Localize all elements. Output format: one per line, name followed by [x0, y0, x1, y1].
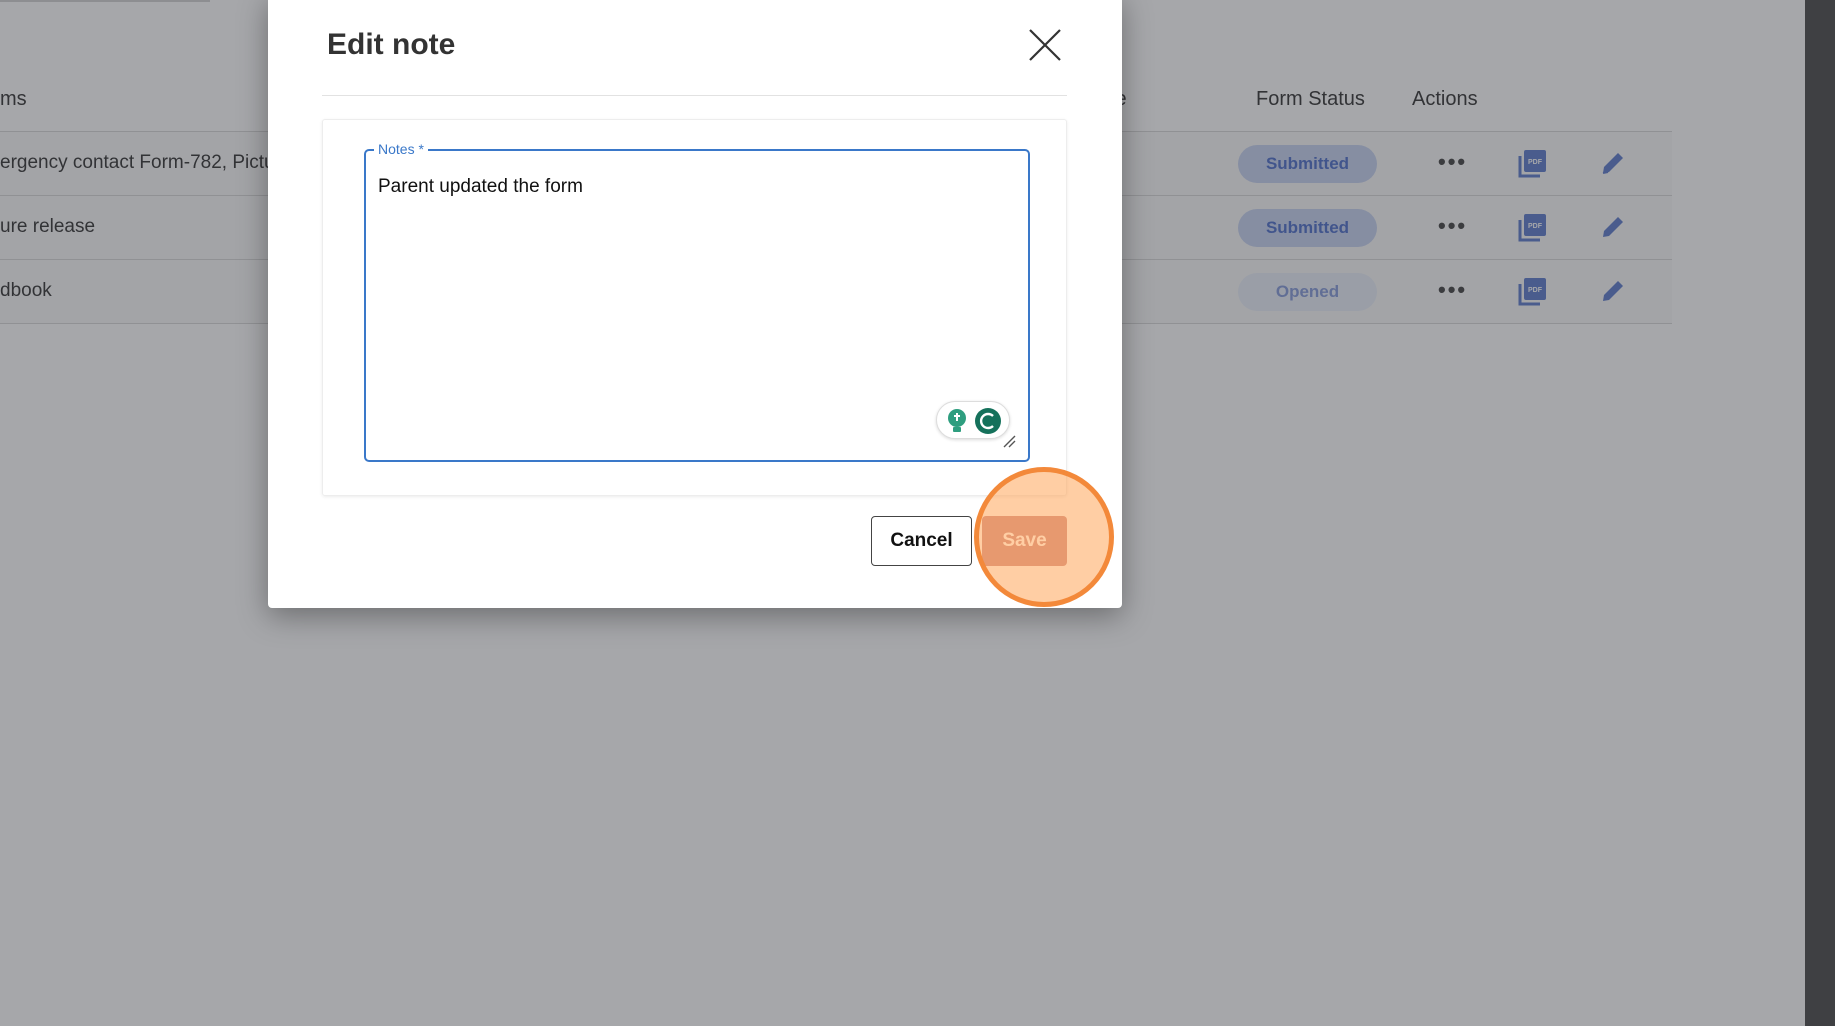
note-card: Notes * Parent updated the form	[322, 119, 1067, 496]
cancel-button[interactable]: Cancel	[871, 516, 972, 566]
notes-label: Notes *	[374, 141, 428, 157]
save-button[interactable]: Save	[982, 516, 1067, 566]
dialog-divider	[322, 95, 1067, 96]
lightbulb-icon[interactable]	[945, 408, 969, 434]
grammarly-icon[interactable]	[974, 407, 1002, 435]
resize-handle-icon[interactable]	[1002, 434, 1016, 448]
close-icon[interactable]	[1022, 22, 1068, 68]
notes-textarea[interactable]: Notes * Parent updated the form	[364, 141, 1030, 462]
edit-note-dialog: Edit note Notes * Parent updated the for…	[268, 0, 1122, 608]
notes-value[interactable]: Parent updated the form	[378, 176, 583, 198]
writing-assistant-widget[interactable]	[936, 401, 1010, 439]
dialog-title: Edit note	[327, 28, 456, 61]
